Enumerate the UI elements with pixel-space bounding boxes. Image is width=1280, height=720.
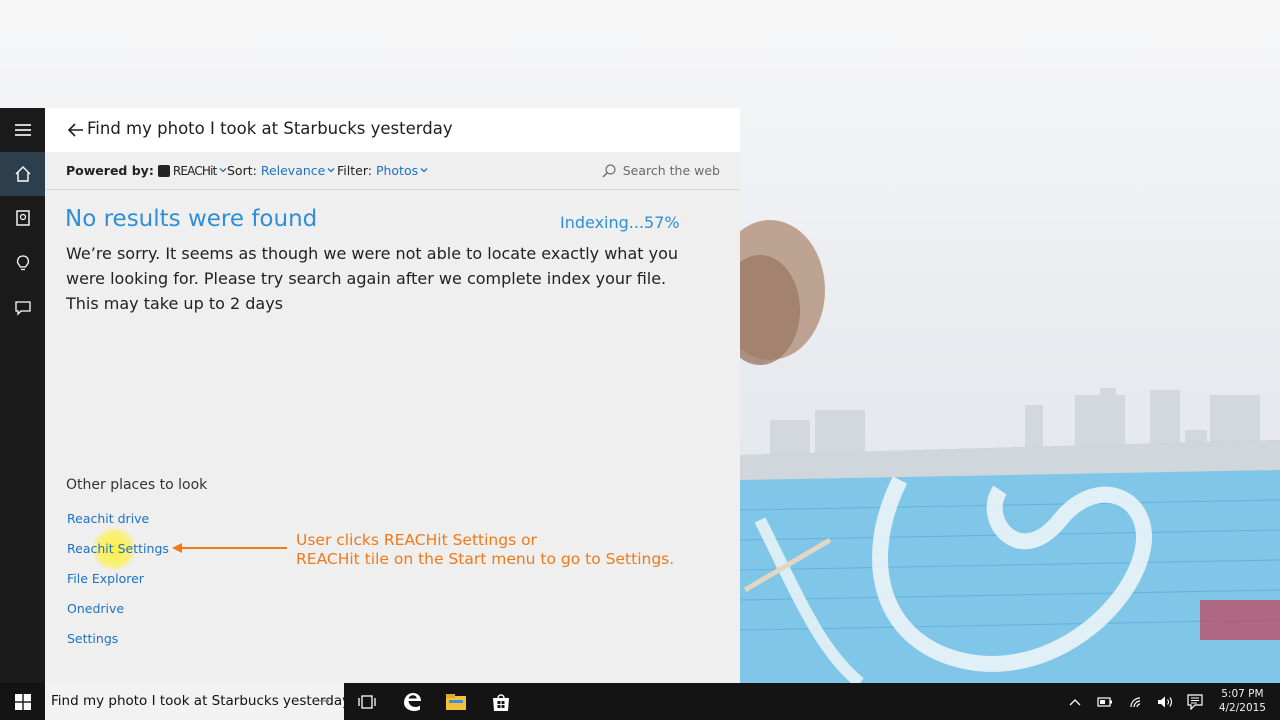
indexing-status: Indexing...57%: [560, 213, 680, 232]
clock-time: 5:07 PM: [1221, 688, 1264, 700]
volume-icon[interactable]: [1153, 683, 1177, 720]
system-clock[interactable]: 5:07 PM 4/2/2015: [1219, 687, 1266, 715]
search-icon: [602, 164, 616, 178]
feedback-icon[interactable]: [0, 286, 45, 330]
file-explorer-taskbar-icon[interactable]: [434, 683, 478, 720]
back-arrow-icon[interactable]: [65, 119, 87, 141]
taskbar: Find my photo I took at Starbucks yester…: [0, 683, 1280, 720]
annotation-line-1: User clicks REACHit Settings or: [296, 531, 537, 549]
lightbulb-icon[interactable]: [0, 241, 45, 285]
chevron-down-icon: [327, 168, 335, 173]
brand-name: REACHit: [172, 164, 218, 178]
taskbar-search-box[interactable]: Find my photo I took at Starbucks yester…: [45, 683, 350, 720]
other-places-heading: Other places to look: [66, 477, 208, 493]
task-view-icon[interactable]: [345, 683, 389, 720]
powered-by[interactable]: Powered by: REACHit: [66, 163, 227, 178]
sort-dropdown[interactable]: Sort: Relevance: [227, 163, 335, 178]
show-hidden-icons-chevron-icon[interactable]: [1064, 683, 1086, 720]
annotation-line-2: REACHit tile on the Start menu to go to …: [296, 550, 675, 568]
hamburger-menu-icon[interactable]: [0, 108, 45, 152]
battery-icon[interactable]: [1093, 683, 1117, 720]
no-results-message: We’re sorry. It seems as though we were …: [66, 244, 678, 313]
chevron-down-icon: [420, 168, 428, 173]
results-toolbar: Powered by: REACHit Sort: Relevance Filte…: [45, 152, 740, 190]
edge-browser-icon[interactable]: [390, 683, 434, 720]
reachit-logo-icon: [157, 165, 170, 177]
taskbar-search-text: Find my photo I took at Starbucks yester…: [51, 693, 351, 709]
cortana-results-panel: Find my photo I took at Starbucks yester…: [45, 108, 740, 683]
search-the-web-label: Search the web: [622, 163, 720, 178]
store-icon[interactable]: [479, 683, 523, 720]
cortana-left-rail: [0, 108, 45, 683]
chevron-down-icon: [219, 168, 227, 173]
filter-value: Photos: [375, 163, 419, 178]
settings-link[interactable]: Settings: [67, 631, 118, 646]
clock-date: 4/2/2015: [1218, 702, 1266, 714]
sort-value: Relevance: [260, 163, 326, 178]
query-title: Find my photo I took at Starbucks yester…: [87, 119, 453, 138]
filter-label: Filter:: [337, 163, 372, 178]
action-center-icon[interactable]: [1183, 683, 1207, 720]
onedrive-link[interactable]: Onedrive: [67, 601, 124, 616]
file-explorer-link[interactable]: File Explorer: [67, 571, 144, 586]
search-submit-arrow-icon[interactable]: →: [319, 694, 330, 709]
windows-start-icon[interactable]: [0, 683, 45, 720]
search-the-web-button[interactable]: Search the web: [601, 163, 720, 179]
query-header: Find my photo I took at Starbucks yester…: [45, 108, 740, 152]
annotation-arrow-icon: [172, 543, 287, 553]
no-results-heading: No results were found: [65, 206, 318, 232]
notebook-icon[interactable]: [0, 196, 45, 240]
home-icon[interactable]: [0, 152, 45, 196]
sort-label: Sort:: [227, 163, 257, 178]
filter-dropdown[interactable]: Filter: Photos: [337, 163, 428, 178]
wifi-icon[interactable]: [1124, 683, 1148, 720]
reachit-settings-link[interactable]: Reachit Settings: [67, 541, 169, 556]
annotation-callout: User clicks REACHit Settings or REACHit …: [296, 531, 674, 569]
powered-by-label: Powered by:: [66, 163, 154, 178]
reachit-drive-link[interactable]: Reachit drive: [67, 511, 149, 526]
